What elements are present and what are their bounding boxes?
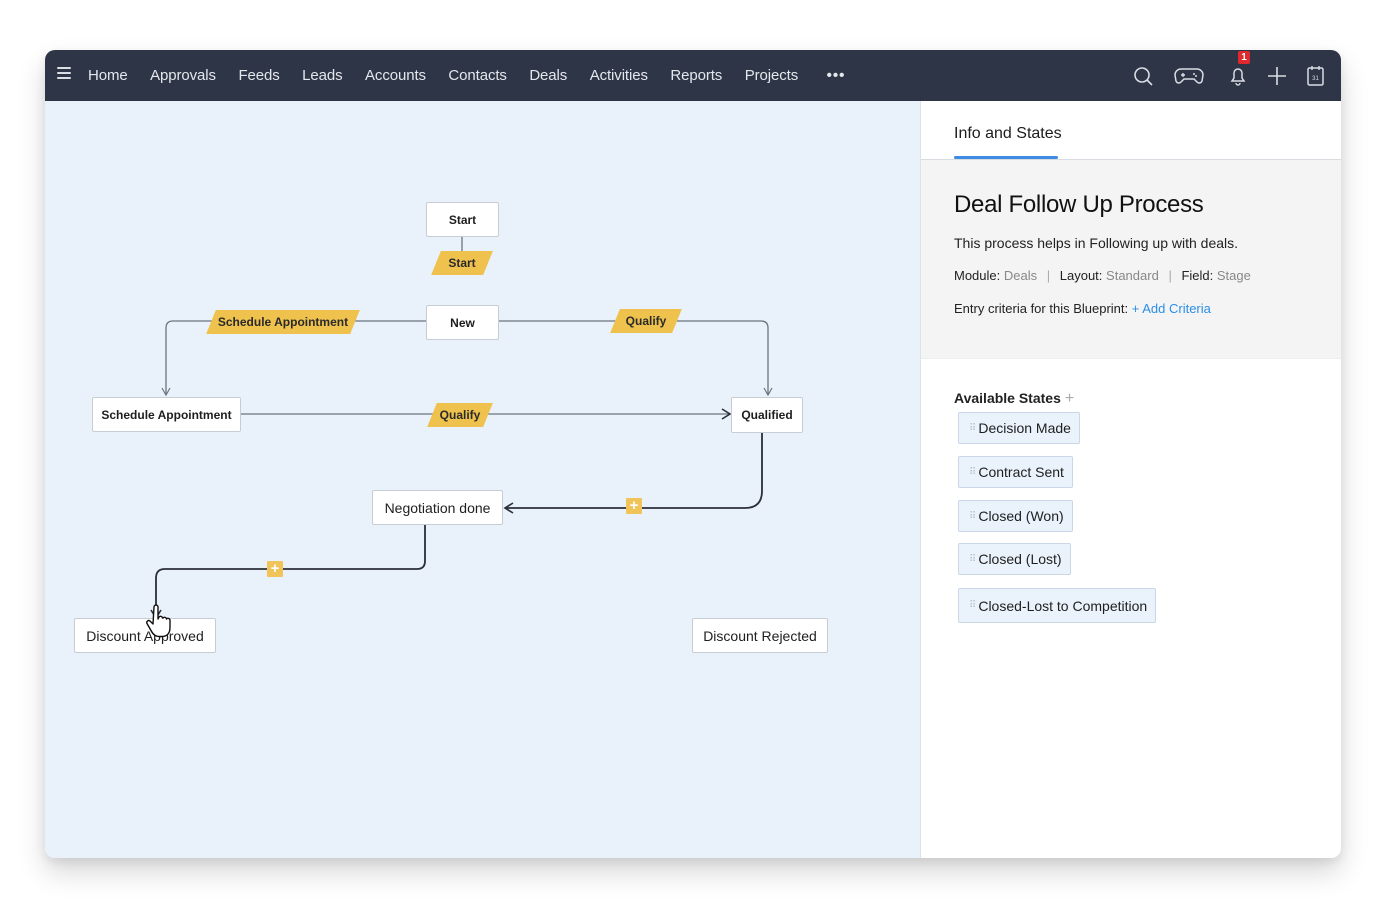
nav-projects[interactable]: Projects: [745, 67, 798, 84]
calendar-icon[interactable]: 31: [1303, 63, 1329, 89]
available-states-title: Available States: [954, 390, 1061, 406]
add-state-button[interactable]: +: [1065, 390, 1074, 407]
transition-label: Qualify: [625, 314, 667, 328]
blueprint-meta: Module: Deals | Layout: Standard | Field…: [954, 268, 1251, 283]
nav-approvals[interactable]: Approvals: [150, 67, 216, 84]
transition-label: Start: [448, 256, 476, 270]
top-icons: 1 31: [1081, 50, 1341, 101]
add-criteria-link[interactable]: + Add Criteria: [1132, 301, 1211, 316]
top-nav-bar: Home Approvals Feeds Leads Accounts Cont…: [45, 50, 1341, 101]
nav-contacts[interactable]: Contacts: [448, 67, 507, 84]
nav-home[interactable]: Home: [88, 67, 128, 84]
layout-value: Standard: [1106, 268, 1159, 283]
panel-tabs: Info and States: [921, 101, 1341, 160]
nav-accounts[interactable]: Accounts: [365, 67, 426, 84]
hamburger-menu-icon[interactable]: [57, 67, 71, 81]
nav-more-button[interactable]: •••: [827, 67, 846, 84]
transition-qualify-mid[interactable]: Qualify: [427, 403, 493, 427]
app-window: Home Approvals Feeds Leads Accounts Cont…: [45, 50, 1341, 858]
module-value: Deals: [1003, 268, 1038, 283]
transition-label: Schedule Appointment: [217, 315, 349, 329]
state-node-new[interactable]: New: [426, 305, 499, 340]
nav-feeds[interactable]: Feeds: [238, 67, 279, 84]
tools-icon[interactable]: [1340, 63, 1341, 89]
separator: |: [1168, 268, 1172, 283]
nav-leads[interactable]: Leads: [302, 67, 342, 84]
state-node-negotiation-done[interactable]: Negotiation done: [372, 490, 503, 525]
drag-handle-icon[interactable]: ⠿: [969, 511, 976, 522]
entry-criteria-label: Entry criteria for this Blueprint:: [954, 301, 1129, 316]
state-chip[interactable]: ⠿ Closed (Won): [958, 500, 1073, 532]
calendar-day: 31: [1312, 76, 1319, 82]
state-chip[interactable]: ⠿ Closed (Lost): [958, 543, 1071, 575]
transition-label: Qualify: [439, 408, 481, 422]
tab-info-and-states[interactable]: Info and States: [954, 125, 1062, 143]
state-node-start[interactable]: Start: [426, 202, 499, 237]
blueprint-info: Deal Follow Up Process This process help…: [921, 160, 1341, 359]
blueprint-description: This process helps in Following up with …: [954, 235, 1239, 251]
entry-criteria: Entry criteria for this Blueprint: + Add…: [954, 301, 1211, 316]
state-chip-label: Contract Sent: [978, 464, 1064, 480]
drag-handle-icon[interactable]: ⠿: [969, 423, 976, 434]
drag-handle-icon[interactable]: ⠿: [969, 554, 976, 565]
search-icon[interactable]: [1131, 63, 1157, 89]
state-chip-label: Decision Made: [978, 420, 1071, 436]
nav-deals[interactable]: Deals: [529, 67, 567, 84]
drag-handle-icon[interactable]: ⠿: [969, 600, 976, 611]
module-label: Module:: [954, 268, 1001, 283]
blueprint-title: Deal Follow Up Process: [954, 191, 1204, 218]
add-transition-button[interactable]: +: [267, 561, 283, 577]
field-value: Stage: [1216, 268, 1251, 283]
state-node-schedule-appointment[interactable]: Schedule Appointment: [92, 397, 241, 432]
separator: |: [1046, 268, 1051, 283]
plus-icon[interactable]: [1264, 63, 1290, 89]
nav-reports[interactable]: Reports: [670, 67, 722, 84]
state-chip[interactable]: ⠿ Closed-Lost to Competition: [958, 588, 1157, 623]
main-nav: Home Approvals Feeds Leads Accounts Cont…: [88, 50, 868, 101]
transition-qualify-top[interactable]: Qualify: [610, 309, 682, 333]
state-chip[interactable]: ⠿ Decision Made: [958, 412, 1080, 444]
edge-negotiation-approved: [150, 524, 426, 620]
active-tab-indicator: [954, 156, 1058, 159]
state-chip-label: Closed (Lost): [978, 551, 1062, 567]
drag-handle-icon[interactable]: ⠿: [969, 467, 976, 478]
hand-cursor-icon: [146, 604, 171, 638]
transition-start[interactable]: Start: [431, 251, 493, 275]
transition-schedule-appointment[interactable]: Schedule Appointment: [206, 310, 360, 334]
available-states-heading: Available States +: [954, 390, 1074, 408]
notification-badge: 1: [1238, 51, 1250, 64]
layout-label: Layout:: [1059, 268, 1103, 283]
state-chip[interactable]: ⠿ Contract Sent: [958, 456, 1073, 488]
bell-icon[interactable]: 1: [1225, 51, 1251, 89]
state-chip-label: Closed (Won): [978, 508, 1064, 524]
blueprint-canvas[interactable]: Start Start New Schedule Appointment Qua…: [45, 101, 920, 858]
add-transition-button[interactable]: +: [626, 498, 642, 514]
gamepad-icon[interactable]: [1173, 63, 1205, 89]
state-node-discount-rejected[interactable]: Discount Rejected: [692, 618, 828, 653]
field-label: Field:: [1181, 268, 1214, 283]
info-panel: Info and States Deal Follow Up Process T…: [920, 101, 1341, 858]
state-chip-label: Closed-Lost to Competition: [978, 597, 1148, 614]
nav-activities[interactable]: Activities: [590, 67, 648, 84]
available-states: Available States + ⠿ Decision Made ⠿ Contra…: [954, 390, 1157, 623]
state-node-qualified[interactable]: Qualified: [731, 397, 803, 433]
